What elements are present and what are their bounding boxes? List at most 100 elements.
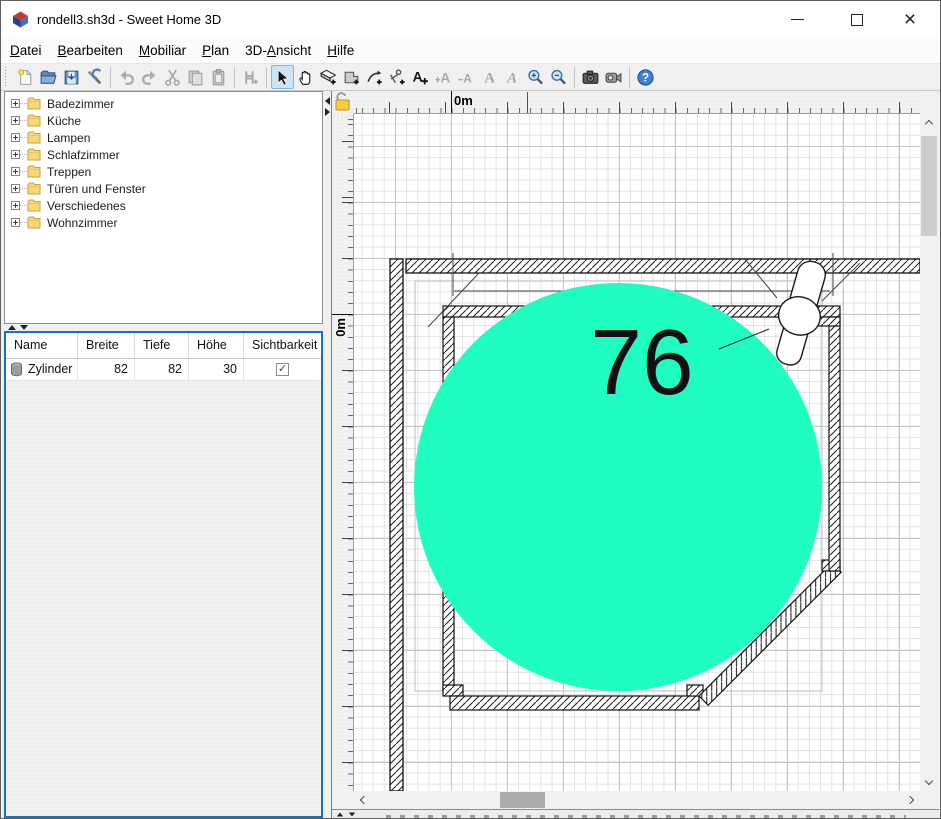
menu-bearbeiten[interactable]: Bearbeiten xyxy=(51,40,130,61)
expand-plus-icon[interactable] xyxy=(11,150,20,159)
toolbar-grip[interactable] xyxy=(4,66,8,88)
catalog-category-schlafzimmer[interactable]: Schlafzimmer xyxy=(5,146,322,163)
furniture-row[interactable]: Zylinder828230✓ xyxy=(6,359,321,381)
scroll-left-button[interactable] xyxy=(354,791,371,809)
split-collapse-right-icon[interactable] xyxy=(325,108,330,116)
column-header-breite[interactable]: Breite xyxy=(78,333,135,358)
catalog-category-wohnzimmer[interactable]: Wohnzimmer xyxy=(5,214,322,231)
cut-button[interactable] xyxy=(161,65,184,89)
menu-3d-ansicht[interactable]: 3D-Ansicht xyxy=(238,40,318,61)
catalog-split-divider[interactable] xyxy=(4,324,323,331)
close-button[interactable]: × xyxy=(887,1,933,38)
vertical-scroll-thumb[interactable] xyxy=(921,136,937,236)
open-folder-button[interactable] xyxy=(37,65,60,89)
plan-horizontal-scrollbar[interactable] xyxy=(354,791,920,809)
add-text-button[interactable]: A xyxy=(409,65,432,89)
video-button[interactable] xyxy=(602,65,625,89)
tree-connector xyxy=(20,137,27,138)
window-title: rondell3.sh3d - Sweet Home 3D xyxy=(37,1,221,38)
preferences-button[interactable] xyxy=(83,65,106,89)
split-collapse-down-icon[interactable] xyxy=(20,325,28,330)
scroll-right-button[interactable] xyxy=(903,791,920,809)
paste-button[interactable] xyxy=(207,65,230,89)
italic-button[interactable]: A xyxy=(501,65,524,89)
catalog-category-küche[interactable]: Küche xyxy=(5,112,322,129)
furniture-catalog-tree[interactable]: Badezimmer Küche Lampen SchlafzimmerTreppen… xyxy=(4,91,323,324)
tree-connector xyxy=(20,222,27,223)
expand-plus-icon[interactable] xyxy=(11,201,20,210)
pan-icon xyxy=(296,68,315,87)
floor-plan-canvas[interactable]: 76 xyxy=(354,114,920,791)
visibility-checkbox[interactable]: ✓ xyxy=(276,363,289,376)
paste-icon xyxy=(209,68,228,87)
split-collapse-left-icon[interactable] xyxy=(325,97,330,105)
photo-button[interactable] xyxy=(579,65,602,89)
menu-datei[interactable]: Datei xyxy=(3,40,49,61)
bold-button[interactable]: A xyxy=(478,65,501,89)
menu-plan[interactable]: Plan xyxy=(195,40,236,61)
catalog-category-badezimmer[interactable]: Badezimmer xyxy=(5,95,322,112)
minimize-button[interactable] xyxy=(774,1,820,38)
maximize-button[interactable] xyxy=(834,1,880,38)
create-walls-button[interactable] xyxy=(317,65,340,89)
column-header-höhe[interactable]: Höhe xyxy=(189,333,244,358)
toolbar: AAAAA? xyxy=(1,63,940,91)
scroll-up-button[interactable] xyxy=(920,114,938,131)
category-label: Schlafzimmer xyxy=(47,148,120,162)
copy-button[interactable] xyxy=(184,65,207,89)
help-button[interactable]: ? xyxy=(634,65,657,89)
add-text-icon: A xyxy=(411,68,430,87)
expand-plus-icon[interactable] xyxy=(11,116,20,125)
create-polylines-icon xyxy=(365,68,384,87)
folder-icon xyxy=(27,131,41,144)
plan-3d-split-divider[interactable] xyxy=(332,809,939,818)
plan-panel: 0m 0m xyxy=(331,91,939,818)
expand-plus-icon[interactable] xyxy=(11,99,20,108)
scroll-down-button[interactable] xyxy=(920,774,938,791)
create-dimensions-button[interactable] xyxy=(386,65,409,89)
folder-icon xyxy=(27,165,41,178)
split-collapse-down-icon[interactable] xyxy=(349,812,355,816)
catalog-category-türen-und-fenster[interactable]: Türen und Fenster xyxy=(5,180,322,197)
main-split-divider[interactable] xyxy=(323,91,331,818)
create-polylines-button[interactable] xyxy=(363,65,386,89)
split-collapse-up-icon[interactable] xyxy=(8,325,16,330)
split-collapse-up-icon[interactable] xyxy=(337,812,343,816)
menu-mobiliar[interactable]: Mobiliar xyxy=(132,40,193,61)
horizontal-scroll-thumb[interactable] xyxy=(500,792,545,808)
column-header-tiefe[interactable]: Tiefe xyxy=(135,333,189,358)
zoom-in-button[interactable] xyxy=(524,65,547,89)
zoom-out-button[interactable] xyxy=(547,65,570,89)
expand-plus-icon[interactable] xyxy=(11,133,20,142)
column-header-sichtbarkeit[interactable]: Sichtbarkeit xyxy=(244,333,321,358)
save-button[interactable] xyxy=(60,65,83,89)
undo-button[interactable] xyxy=(115,65,138,89)
photo-icon xyxy=(581,68,600,87)
catalog-category-verschiedenes[interactable]: Verschiedenes xyxy=(5,197,322,214)
catalog-category-treppen[interactable]: Treppen xyxy=(5,163,322,180)
plan-vertical-scrollbar[interactable] xyxy=(920,114,938,791)
new-file-button[interactable] xyxy=(14,65,37,89)
room-label[interactable]: 76 xyxy=(590,310,693,414)
expand-plus-icon[interactable] xyxy=(11,218,20,227)
category-label: Türen und Fenster xyxy=(47,182,146,196)
increase-text-size-button[interactable]: A xyxy=(432,65,455,89)
expand-plus-icon[interactable] xyxy=(11,184,20,193)
furniture-list-panel[interactable]: NameBreiteTiefeHöheSichtbarkeit Zylinder… xyxy=(4,331,323,818)
title-bar[interactable]: rondell3.sh3d - Sweet Home 3D × xyxy=(1,1,940,38)
bold-icon: A xyxy=(480,68,499,87)
decrease-text-size-button[interactable]: A xyxy=(455,65,478,89)
pan-button[interactable] xyxy=(294,65,317,89)
catalog-panel: Badezimmer Küche Lampen SchlafzimmerTreppen… xyxy=(4,91,323,818)
column-header-name[interactable]: Name xyxy=(6,333,78,358)
catalog-category-lampen[interactable]: Lampen xyxy=(5,129,322,146)
expand-plus-icon[interactable] xyxy=(11,167,20,176)
add-furniture-button[interactable] xyxy=(239,65,262,89)
category-label: Küche xyxy=(47,114,81,128)
redo-button[interactable] xyxy=(138,65,161,89)
menu-hilfe[interactable]: Hilfe xyxy=(320,40,361,61)
create-rooms-button[interactable] xyxy=(340,65,363,89)
select-button[interactable] xyxy=(271,65,294,89)
category-label: Lampen xyxy=(47,131,90,145)
tree-connector xyxy=(20,154,27,155)
